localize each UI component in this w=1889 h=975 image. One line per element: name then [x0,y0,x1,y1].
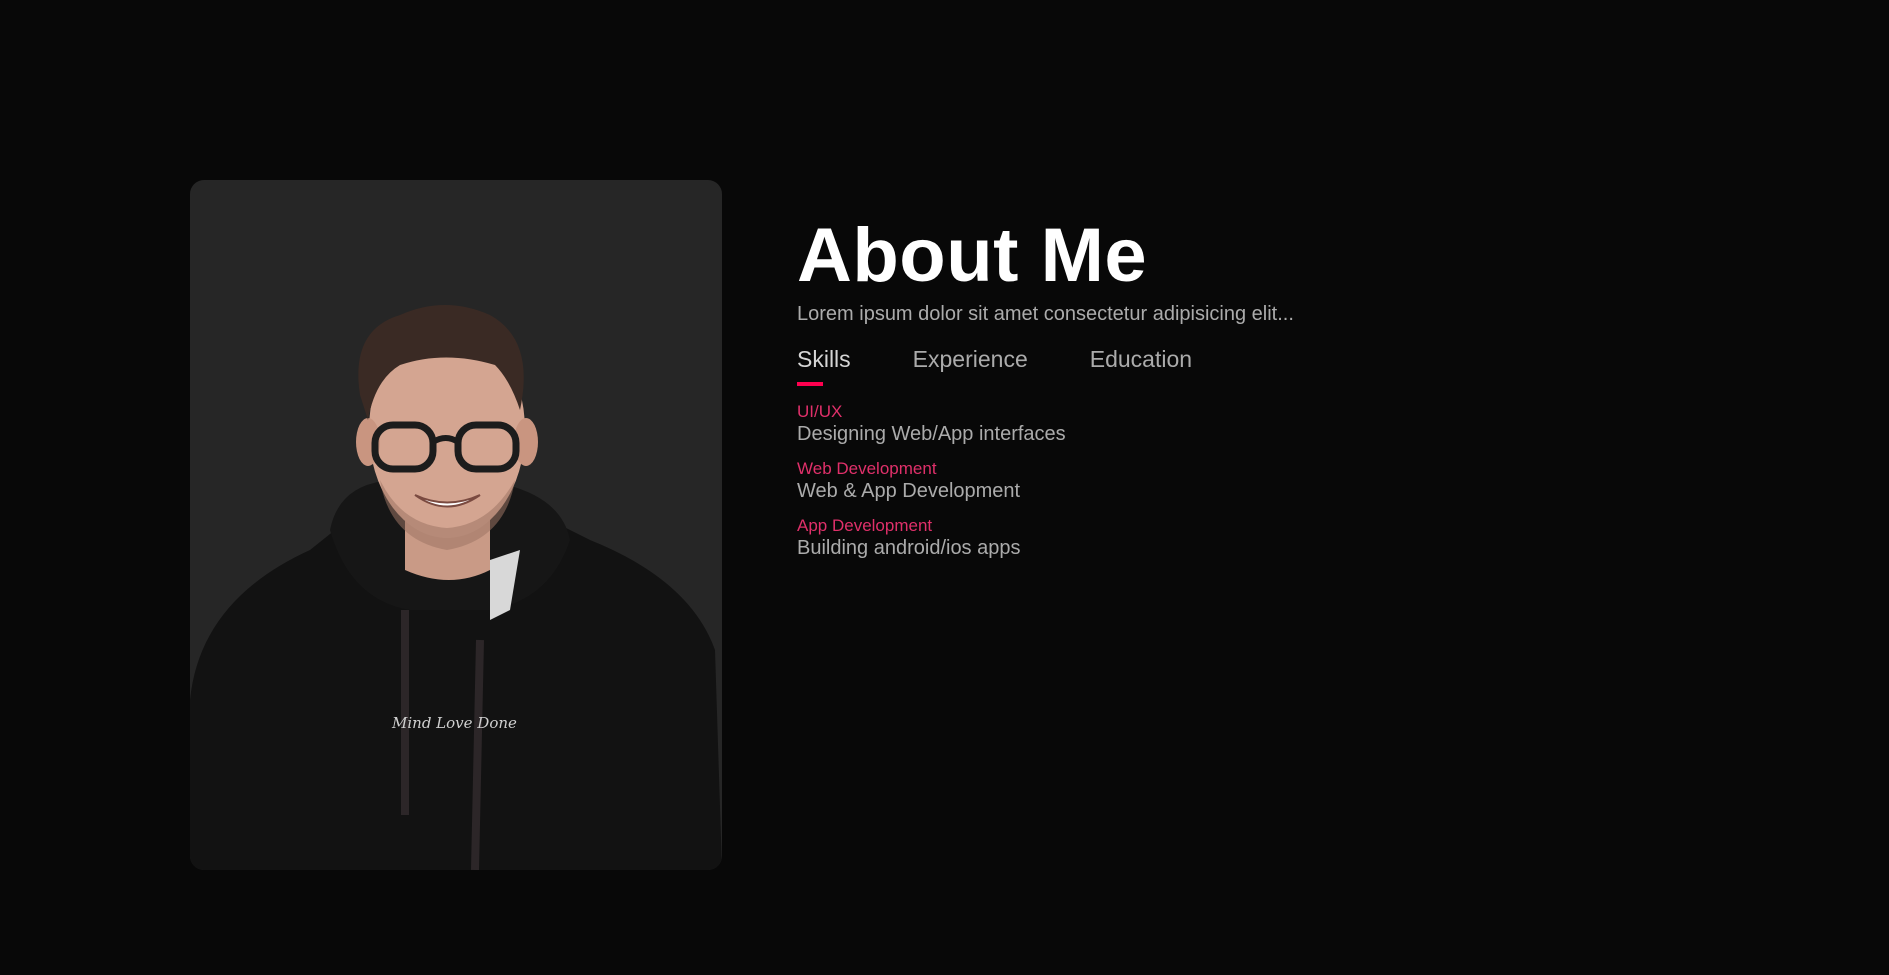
about-subtitle: Lorem ipsum dolor sit amet consectetur a… [797,303,1294,325]
list-item: UI/UX Designing Web/App interfaces [797,402,1497,446]
tab-experience[interactable]: Experience [913,348,1028,394]
list-item: App Development Building android/ios app… [797,516,1497,560]
skill-description: Web & App Development [797,480,1021,502]
list-item: Web Development Web & App Development [797,459,1497,503]
skill-description: Building android/ios apps [797,537,1021,559]
tab-skills[interactable]: Skills [797,348,851,394]
profile-photo: Mind Love Done [190,305,722,870]
skill-description: Designing Web/App interfaces [797,423,1066,445]
profile-photo-card: Mind Love Done [190,180,722,870]
skill-name: App Development [797,516,933,535]
about-section: Mind Love Done About Me Lorem ipsum dolo… [0,0,1889,975]
about-tabs: Skills Experience Education [797,348,1497,394]
about-content: About Me Lorem ipsum dolor sit amet cons… [797,218,1497,573]
skills-list: UI/UX Designing Web/App interfaces Web D… [797,402,1497,560]
skill-name: Web Development [797,459,937,478]
page-title: About Me [797,213,1148,298]
hoodie-print: Mind Love Done [391,714,517,732]
tab-education[interactable]: Education [1090,348,1192,394]
skill-name: UI/UX [797,402,843,421]
